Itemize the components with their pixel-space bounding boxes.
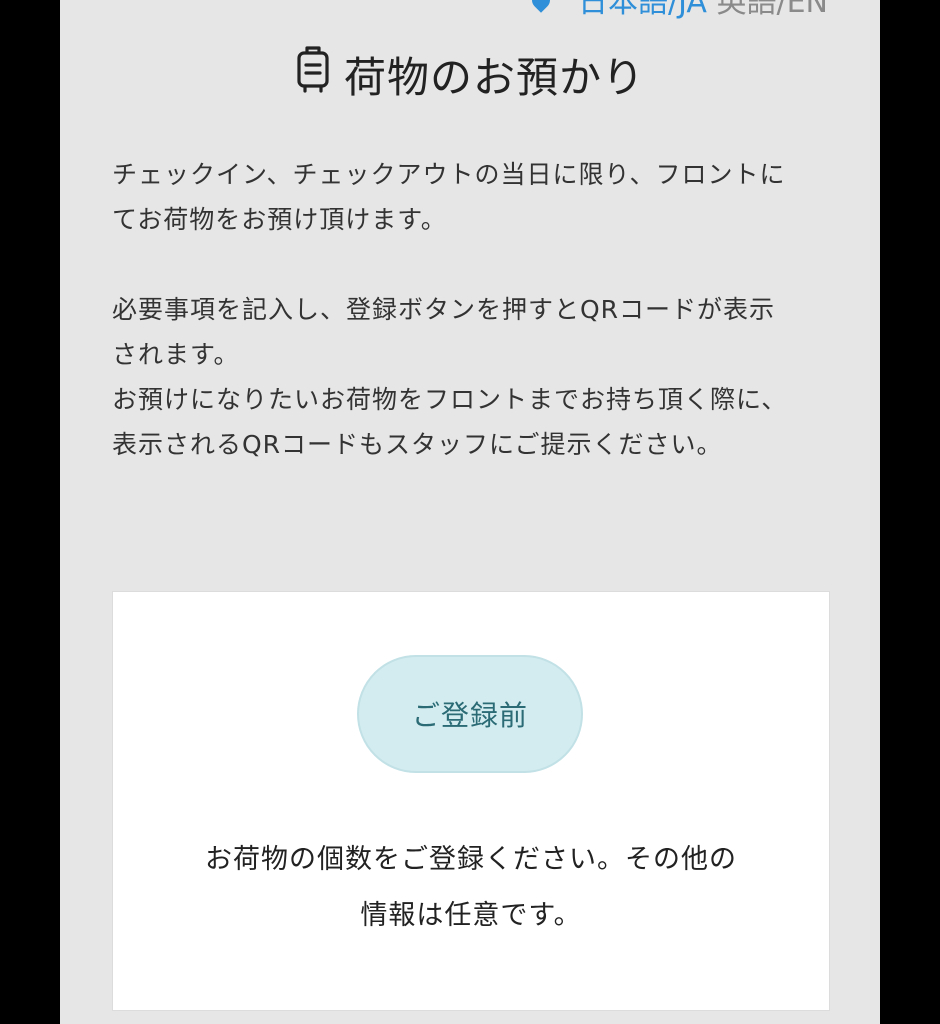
language-en-link[interactable]: 英語/EN xyxy=(716,0,828,20)
language-ja-link[interactable]: 日本語/JA xyxy=(578,0,707,20)
message-line: お荷物の個数をご登録ください。その他の xyxy=(205,844,737,875)
luggage-icon xyxy=(295,44,331,98)
registration-message: お荷物の個数をご登録ください。その他の 情報は任意です。 xyxy=(113,832,829,944)
intro-line: されます。 xyxy=(112,340,240,369)
intro-line: チェックイン、チェックアウトの当日に限り、フロントに xyxy=(112,160,786,189)
registration-status-card: ご登録前 お荷物の個数をご登録ください。その他の 情報は任意です。 xyxy=(112,591,830,1011)
intro-line: 表示されるQRコードもスタッフにご提示ください。 xyxy=(112,430,723,459)
intro-line: 必要事項を記入し、登録ボタンを押すとQRコードが表示 xyxy=(112,295,776,324)
content-panel: 日本語/JA 英語/EN 荷物のお預かり チェックイン、チェックアウトの当日に限… xyxy=(60,0,880,1024)
status-badge: ご登録前 xyxy=(357,655,583,773)
intro-description: チェックイン、チェックアウトの当日に限り、フロントに てお荷物をお預け頂けます。… xyxy=(112,152,832,467)
location-pin-icon xyxy=(528,0,555,13)
page-header: 荷物のお預かり xyxy=(60,44,880,105)
intro-line: てお荷物をお預け頂けます。 xyxy=(112,205,447,234)
message-line: 情報は任意です。 xyxy=(360,900,582,931)
language-switcher: 日本語/JA 英語/EN xyxy=(528,0,828,20)
intro-line: お預けになりたいお荷物をフロントまでお持ち頂く際に、 xyxy=(112,385,788,414)
page-title: 荷物のお預かり xyxy=(344,53,646,102)
